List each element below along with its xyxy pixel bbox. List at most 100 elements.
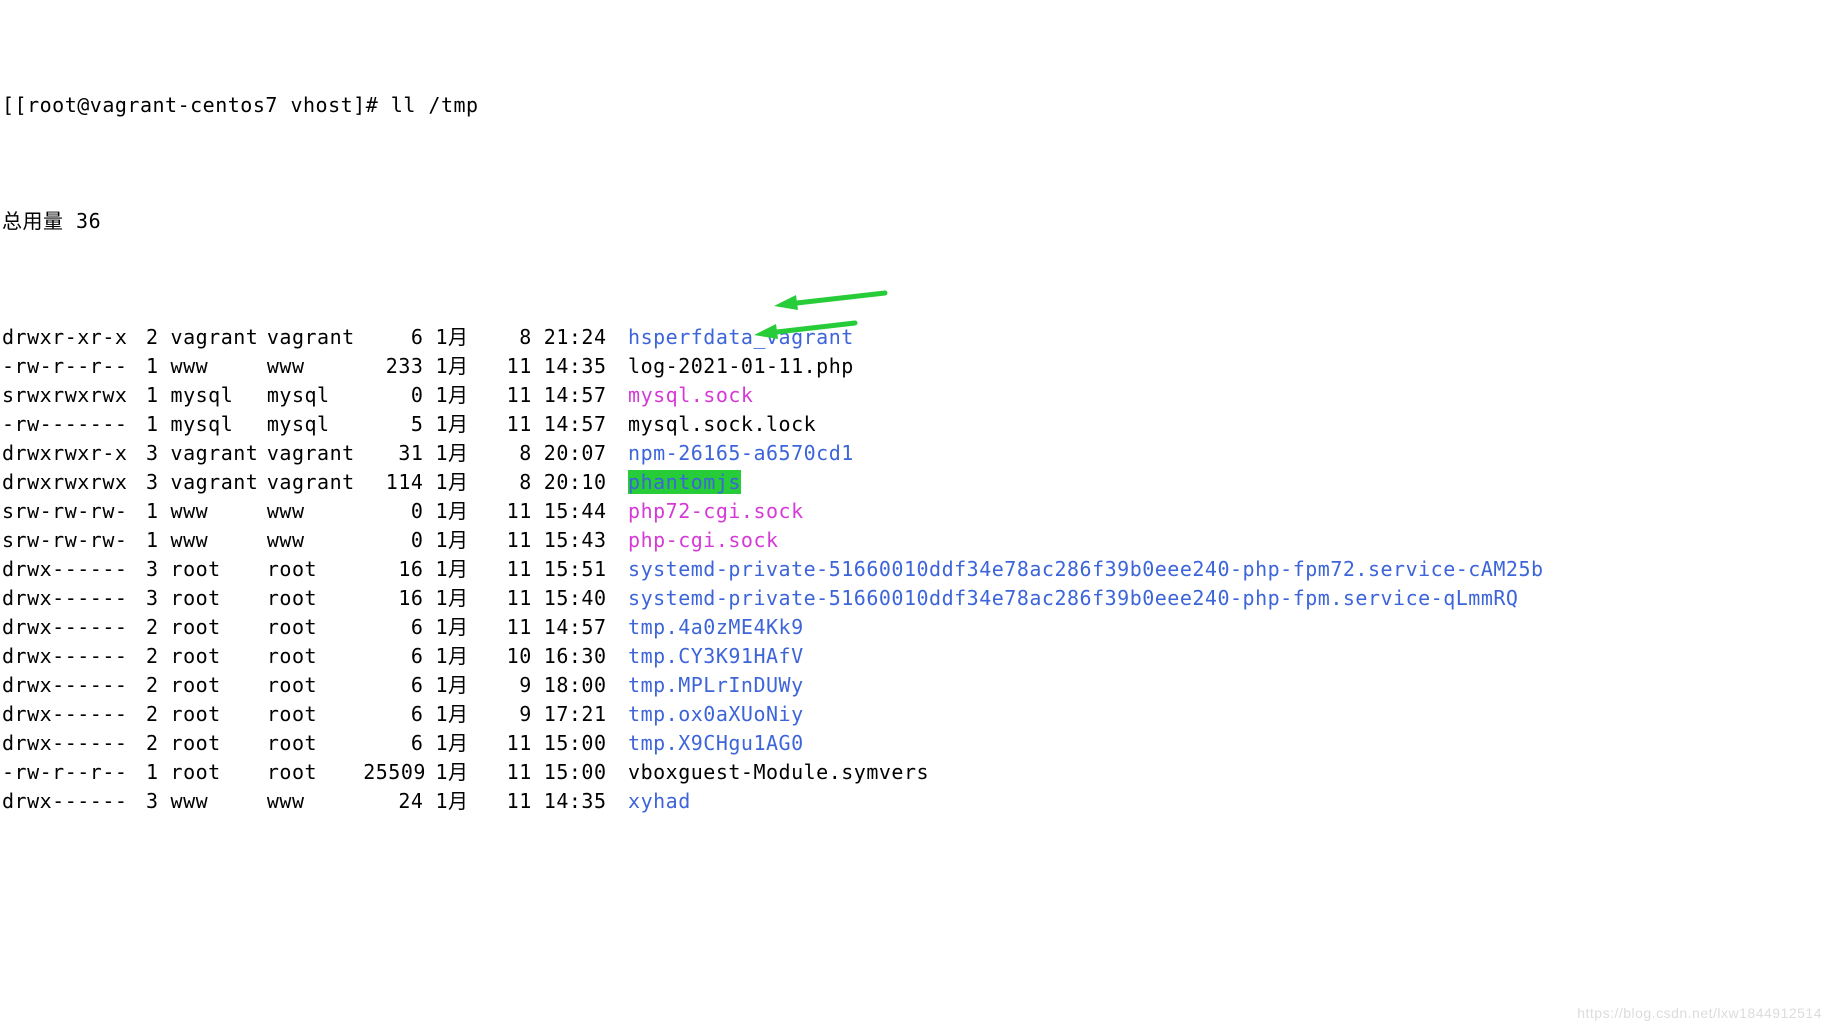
- col-time: 14:57: [544, 613, 616, 642]
- col-size: 24: [363, 787, 423, 816]
- spacer: [532, 526, 544, 555]
- spacer: [423, 439, 435, 468]
- spacer: [423, 381, 435, 410]
- table-row: -rw-r--r--1 wwwwww233 1月11 14:35 log-202…: [2, 352, 1828, 381]
- col-owner: root: [171, 671, 267, 700]
- prompt-bracket: [: [2, 93, 15, 117]
- col-month: 1月: [435, 584, 483, 613]
- col-perm: -rw-------: [2, 410, 134, 439]
- col-links: 2: [134, 671, 158, 700]
- col-links: 2: [134, 323, 158, 352]
- prompt: [root@vagrant-centos7 vhost]#: [15, 93, 391, 117]
- col-filename: tmp.MPLrInDUWy: [628, 673, 804, 697]
- col-links: 2: [134, 700, 158, 729]
- col-group: root: [267, 758, 363, 787]
- col-owner: root: [171, 555, 267, 584]
- spacer: [159, 758, 171, 787]
- col-month: 1月: [435, 613, 483, 642]
- spacer: [159, 410, 171, 439]
- spacer: [423, 555, 435, 584]
- col-time: 15:00: [544, 758, 616, 787]
- col-filename: php72-cgi.sock: [628, 499, 804, 523]
- col-time: 14:57: [544, 381, 616, 410]
- spacer: [532, 381, 544, 410]
- table-row: drwx------2 rootroot6 1月11 14:57 tmp.4a0…: [2, 613, 1828, 642]
- spacer: [616, 323, 628, 352]
- col-time: 16:30: [544, 642, 616, 671]
- col-time: 17:21: [544, 700, 616, 729]
- col-owner: www: [171, 497, 267, 526]
- col-size: 6: [363, 323, 423, 352]
- col-size: 16: [363, 555, 423, 584]
- col-perm: drwx------: [2, 555, 134, 584]
- spacer: [423, 323, 435, 352]
- table-row: drwxr-xr-x2 vagrantvagrant6 1月8 21:24 hs…: [2, 323, 1828, 352]
- col-links: 2: [134, 613, 158, 642]
- col-month: 1月: [435, 700, 483, 729]
- col-links: 2: [134, 642, 158, 671]
- spacer: [616, 584, 628, 613]
- spacer: [159, 323, 171, 352]
- col-group: vagrant: [267, 323, 363, 352]
- spacer: [423, 729, 435, 758]
- col-owner: www: [171, 352, 267, 381]
- col-size: 0: [363, 381, 423, 410]
- table-row: srw-rw-rw-1 wwwwww0 1月11 15:43 php-cgi.s…: [2, 526, 1828, 555]
- spacer: [423, 671, 435, 700]
- col-filename: tmp.4a0zME4Kk9: [628, 615, 804, 639]
- col-perm: drwx------: [2, 584, 134, 613]
- col-filename: php-cgi.sock: [628, 528, 779, 552]
- col-links: 1: [134, 758, 158, 787]
- col-links: 3: [134, 439, 158, 468]
- col-time: 18:00: [544, 671, 616, 700]
- col-owner: root: [171, 729, 267, 758]
- col-perm: drwx------: [2, 613, 134, 642]
- col-group: root: [267, 584, 363, 613]
- col-filename: mysql.sock.lock: [628, 412, 816, 436]
- col-day: 11: [484, 352, 532, 381]
- spacer: [532, 468, 544, 497]
- spacer: [423, 410, 435, 439]
- table-row: drwx------3 rootroot16 1月11 15:40 system…: [2, 584, 1828, 613]
- col-month: 1月: [435, 787, 483, 816]
- table-row: drwx------2 rootroot6 1月11 15:00 tmp.X9C…: [2, 729, 1828, 758]
- spacer: [532, 787, 544, 816]
- col-day: 9: [484, 700, 532, 729]
- col-owner: www: [171, 526, 267, 555]
- col-links: 1: [134, 381, 158, 410]
- col-filename: mysql.sock: [628, 383, 753, 407]
- col-group: www: [267, 352, 363, 381]
- spacer: [616, 787, 628, 816]
- col-day: 8: [484, 439, 532, 468]
- spacer: [423, 758, 435, 787]
- spacer: [159, 555, 171, 584]
- col-day: 11: [484, 584, 532, 613]
- col-group: root: [267, 700, 363, 729]
- col-group: root: [267, 555, 363, 584]
- col-group: www: [267, 497, 363, 526]
- spacer: [423, 787, 435, 816]
- col-time: 21:24: [544, 323, 616, 352]
- spacer: [423, 526, 435, 555]
- col-perm: srwxrwxrwx: [2, 381, 134, 410]
- col-owner: root: [171, 700, 267, 729]
- spacer: [423, 613, 435, 642]
- col-size: 25509: [363, 758, 423, 787]
- spacer: [616, 671, 628, 700]
- col-group: mysql: [267, 381, 363, 410]
- spacer: [616, 439, 628, 468]
- col-perm: srw-rw-rw-: [2, 497, 134, 526]
- col-perm: drwx------: [2, 787, 134, 816]
- col-owner: vagrant: [171, 468, 267, 497]
- spacer: [159, 584, 171, 613]
- col-perm: -rw-r--r--: [2, 352, 134, 381]
- col-links: 1: [134, 352, 158, 381]
- col-day: 8: [484, 468, 532, 497]
- col-perm: drwxrwxr-x: [2, 439, 134, 468]
- spacer: [532, 729, 544, 758]
- col-time: 15:51: [544, 555, 616, 584]
- col-links: 1: [134, 410, 158, 439]
- col-filename: tmp.CY3K91HAfV: [628, 644, 804, 668]
- col-time: 14:57: [544, 410, 616, 439]
- col-perm: drwx------: [2, 642, 134, 671]
